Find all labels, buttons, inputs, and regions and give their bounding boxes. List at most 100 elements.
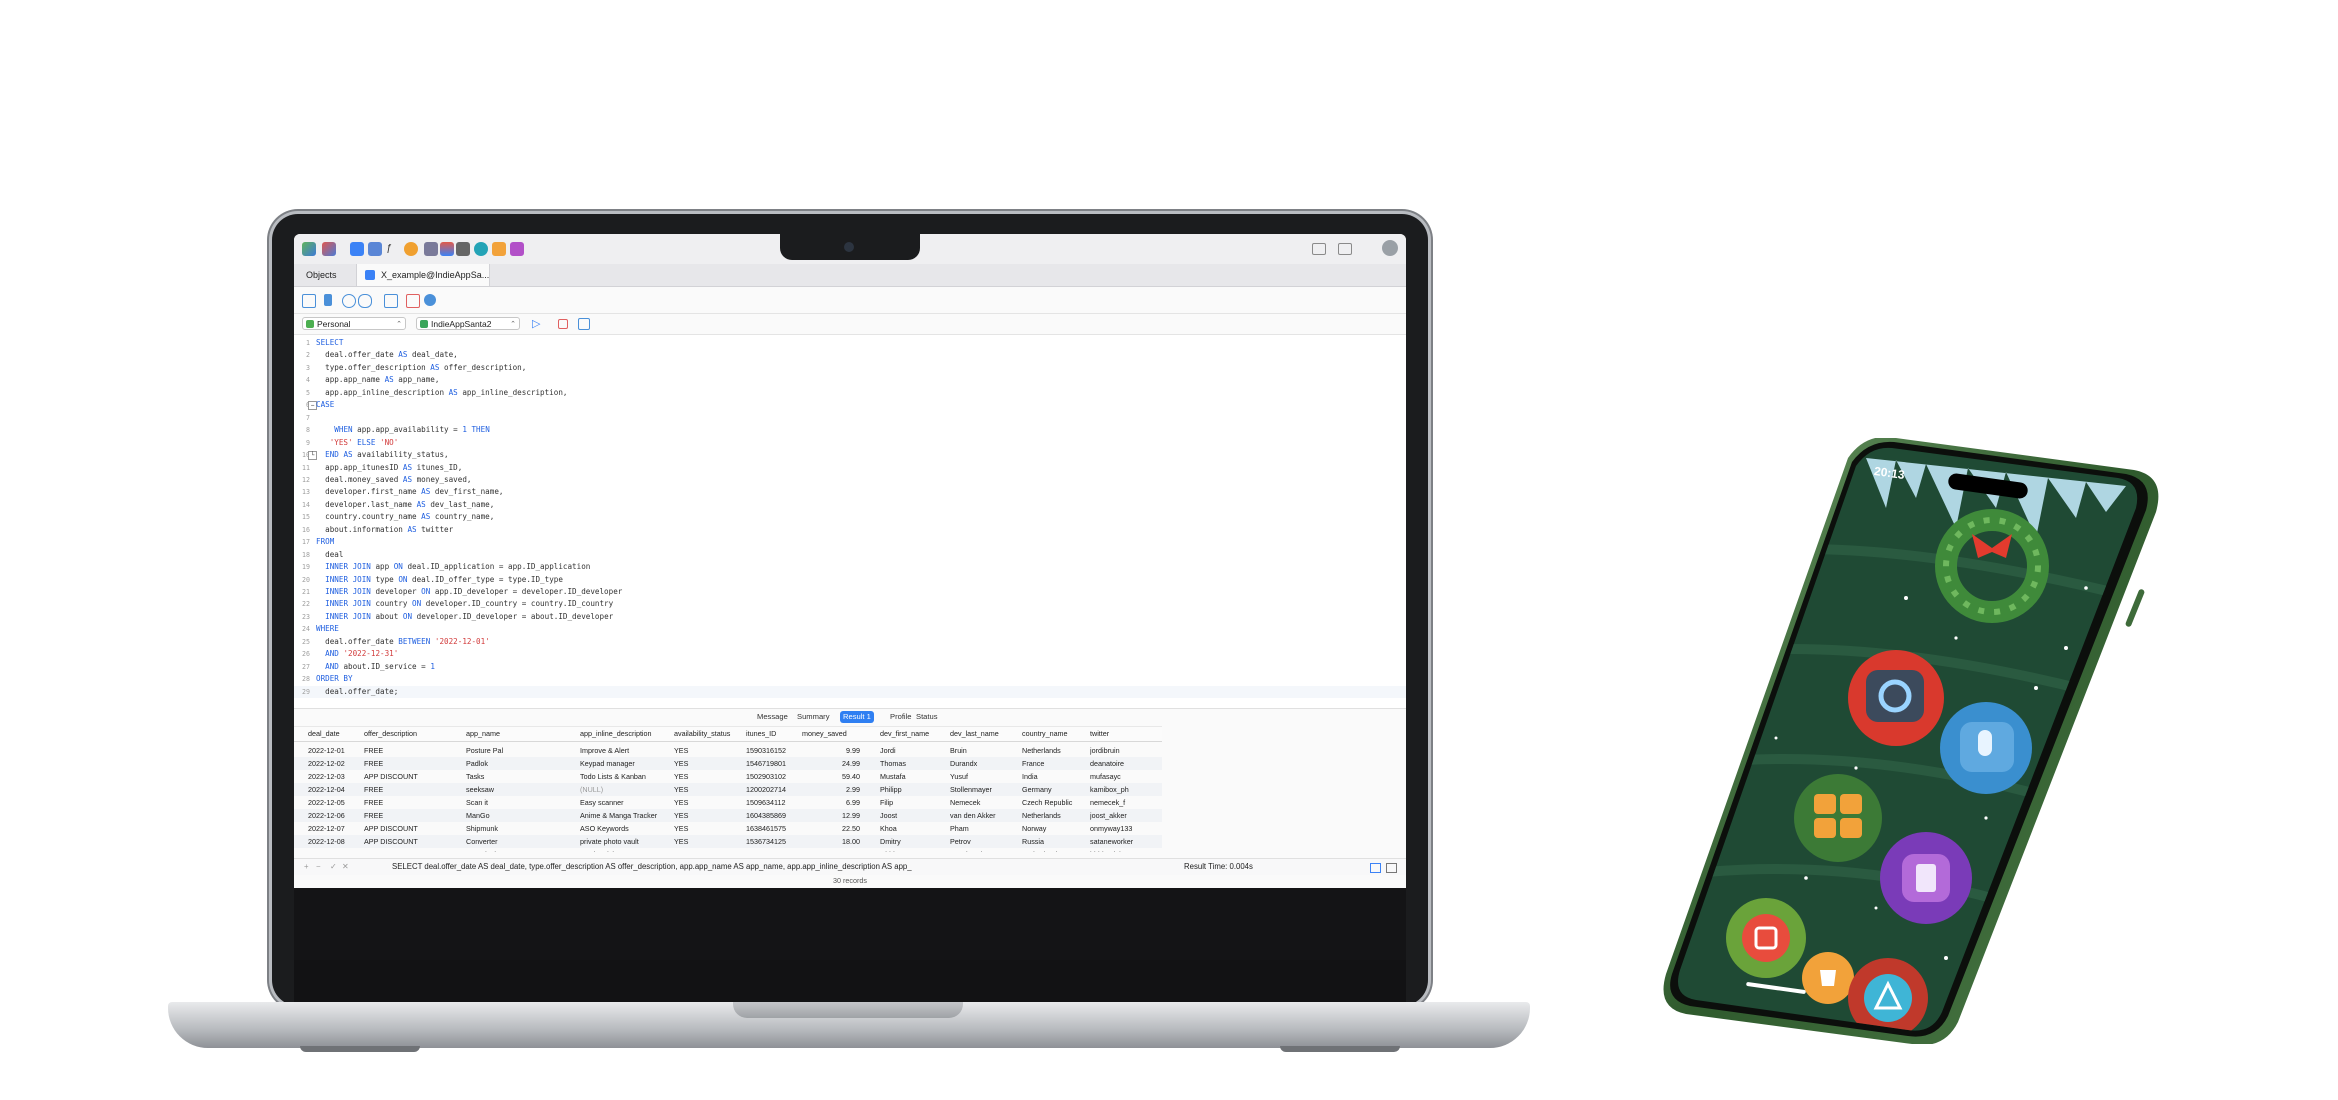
account-avatar-icon[interactable] — [1382, 240, 1398, 256]
table-cell[interactable]: Anime & Manga Tracker — [580, 809, 672, 822]
column-header[interactable]: offer_description — [364, 727, 464, 741]
table-cell[interactable]: Hidde — [880, 848, 948, 852]
query-icon[interactable] — [440, 242, 454, 256]
automation-icon[interactable] — [474, 242, 488, 256]
table-cell[interactable]: Todo Lists & Kanban — [580, 770, 672, 783]
table-cell[interactable]: Scan it — [466, 796, 578, 809]
tab-objects[interactable]: Objects — [306, 264, 337, 286]
table-row[interactable]: 2022-12-08 APP DISCOUNT Converter private p… — [294, 835, 1162, 848]
table-cell[interactable]: 1604385869 — [746, 809, 796, 822]
format-icon[interactable] — [324, 294, 332, 306]
text-icon[interactable] — [384, 294, 398, 308]
column-header[interactable]: country_name — [1022, 727, 1088, 741]
table-cell[interactable]: 2022-12-06 — [308, 809, 362, 822]
code-line[interactable]: 29 deal.offer_date; — [294, 685, 1406, 699]
discard-icon[interactable]: ✕ — [342, 859, 349, 875]
code-line[interactable]: 1 SELECT — [294, 337, 1406, 349]
code-line[interactable]: 26 AND '2022-12-31' — [294, 648, 1406, 660]
save-icon[interactable] — [302, 294, 316, 308]
code-line[interactable]: 28 ORDER BY — [294, 673, 1406, 685]
add-row-icon[interactable]: + — [304, 859, 309, 875]
column-header[interactable]: money_saved — [802, 727, 868, 741]
table-cell[interactable]: FREE — [364, 796, 464, 809]
table-cell[interactable]: Stollenmayer — [950, 783, 1020, 796]
table-cell[interactable]: 1598487035 — [746, 848, 796, 852]
column-header[interactable]: itunes_ID — [746, 727, 796, 741]
table-cell[interactable]: Philipp — [880, 783, 948, 796]
table-cell[interactable]: Russia — [1022, 835, 1088, 848]
table-cell[interactable]: Mustafa — [880, 770, 948, 783]
code-line[interactable]: 18 deal — [294, 549, 1406, 561]
code-line[interactable]: 12 deal.money_saved AS money_saved, — [294, 474, 1406, 486]
code-line[interactable]: 9 'YES' ELSE 'NO' — [294, 437, 1406, 449]
user-icon[interactable] — [404, 242, 418, 256]
table-cell[interactable]: 59.40 — [802, 770, 860, 783]
connection-select[interactable]: Personal ⌃ — [302, 317, 406, 330]
table-cell[interactable]: Khoa — [880, 822, 948, 835]
table-cell[interactable]: Pham — [950, 822, 1020, 835]
column-header[interactable]: app_inline_description — [580, 727, 672, 741]
table-cell[interactable]: FREE — [364, 809, 464, 822]
table-cell[interactable]: Joost — [880, 809, 948, 822]
table-cell[interactable]: 22.50 — [802, 822, 860, 835]
table-cell[interactable]: 1546719801 — [746, 757, 796, 770]
table-row[interactable]: 2022-12-05 FREE Scan it Easy scanner YES 1509… — [294, 796, 1162, 809]
code-line[interactable]: 7 — [294, 412, 1406, 424]
table-cell[interactable]: 1200202714 — [746, 783, 796, 796]
panel-toggle-icon[interactable] — [1338, 243, 1352, 255]
code-line[interactable]: 15 country.country_name AS country_name, — [294, 511, 1406, 523]
table-cell[interactable]: Tasks — [466, 770, 578, 783]
table-cell[interactable]: 2022-12-03 — [308, 770, 362, 783]
export-icon[interactable] — [406, 294, 420, 308]
table-row[interactable]: 2022-12-02 FREE Padlok Keypad manager YES 154… — [294, 757, 1162, 770]
table-row[interactable]: 2022-12-01 FREE Posture Pal Improve & Alert… — [294, 744, 1162, 757]
table-cell[interactable]: 2022-12-04 — [308, 783, 362, 796]
code-line[interactable]: 17 FROM — [294, 536, 1406, 548]
table-cell[interactable]: Germany — [1022, 783, 1088, 796]
result-tab[interactable]: Result 1 — [840, 711, 874, 723]
table-cell[interactable]: joost_akker — [1090, 809, 1160, 822]
column-header[interactable]: dev_first_name — [880, 727, 948, 741]
table-cell[interactable]: 1509634112 — [746, 796, 796, 809]
table-cell[interactable]: sataneworker — [1090, 835, 1160, 848]
table-cell[interactable]: 1638461575 — [746, 822, 796, 835]
table-cell[interactable]: NowPlaying — [466, 848, 578, 852]
table-cell[interactable]: Filip — [880, 796, 948, 809]
table-cell[interactable]: ManGo — [466, 809, 578, 822]
magic-wand-icon[interactable] — [342, 294, 356, 308]
table-row[interactable]: 2022-12-07 APP DISCOUNT Shipmunk ASO Keywor… — [294, 822, 1162, 835]
table-row[interactable]: 2022-12-06 FREE ManGo Anime & Manga Tracker… — [294, 809, 1162, 822]
table-cell[interactable]: APP DISCOUNT — [364, 770, 464, 783]
tab-query[interactable]: X_example@IndieAppSa... — [356, 264, 490, 286]
code-line[interactable]: 13 developer.first_name AS dev_first_nam… — [294, 486, 1406, 498]
grid-view-icon[interactable] — [1370, 863, 1381, 873]
view-icon[interactable] — [368, 242, 382, 256]
table-cell[interactable]: Music Trivia — [580, 848, 672, 852]
table-cell[interactable]: Nemecek — [950, 796, 1020, 809]
table-cell[interactable]: hiddevdploeg — [1090, 848, 1160, 852]
other-icon[interactable] — [424, 242, 438, 256]
table-cell[interactable]: YES — [674, 809, 744, 822]
table-cell[interactable]: Petrov — [950, 835, 1020, 848]
table-cell[interactable]: YES — [674, 757, 744, 770]
table-cell[interactable]: APP DISCOUNT — [364, 835, 464, 848]
table-cell[interactable]: APP DISCOUNT — [364, 822, 464, 835]
code-line[interactable]: 21 INNER JOIN developer ON app.ID_develo… — [294, 586, 1406, 598]
code-line[interactable]: 3 type.offer_description AS offer_descri… — [294, 362, 1406, 374]
form-view-icon[interactable] — [1386, 863, 1397, 873]
table-cell[interactable]: Netherlands — [1022, 744, 1088, 757]
explain-icon[interactable] — [578, 318, 590, 330]
table-cell[interactable]: kamibox_ph — [1090, 783, 1160, 796]
code-line[interactable]: 22 INNER JOIN country ON developer.ID_co… — [294, 598, 1406, 610]
table-cell[interactable]: ASO Keywords — [580, 822, 672, 835]
table-cell[interactable]: YES — [674, 848, 744, 852]
table-cell[interactable]: 1502903102 — [746, 770, 796, 783]
code-line[interactable]: 5 app.app_inline_description AS app_inli… — [294, 387, 1406, 399]
table-cell[interactable]: 2022-12-09 — [308, 848, 362, 852]
table-cell[interactable]: 2022-12-02 — [308, 757, 362, 770]
table-cell[interactable]: mufasayc — [1090, 770, 1160, 783]
new-query-icon[interactable] — [322, 242, 336, 256]
code-line[interactable]: 16 about.information AS twitter — [294, 524, 1406, 536]
code-line[interactable]: 6−CASE — [294, 399, 1406, 411]
table-cell[interactable]: seeksaw — [466, 783, 578, 796]
